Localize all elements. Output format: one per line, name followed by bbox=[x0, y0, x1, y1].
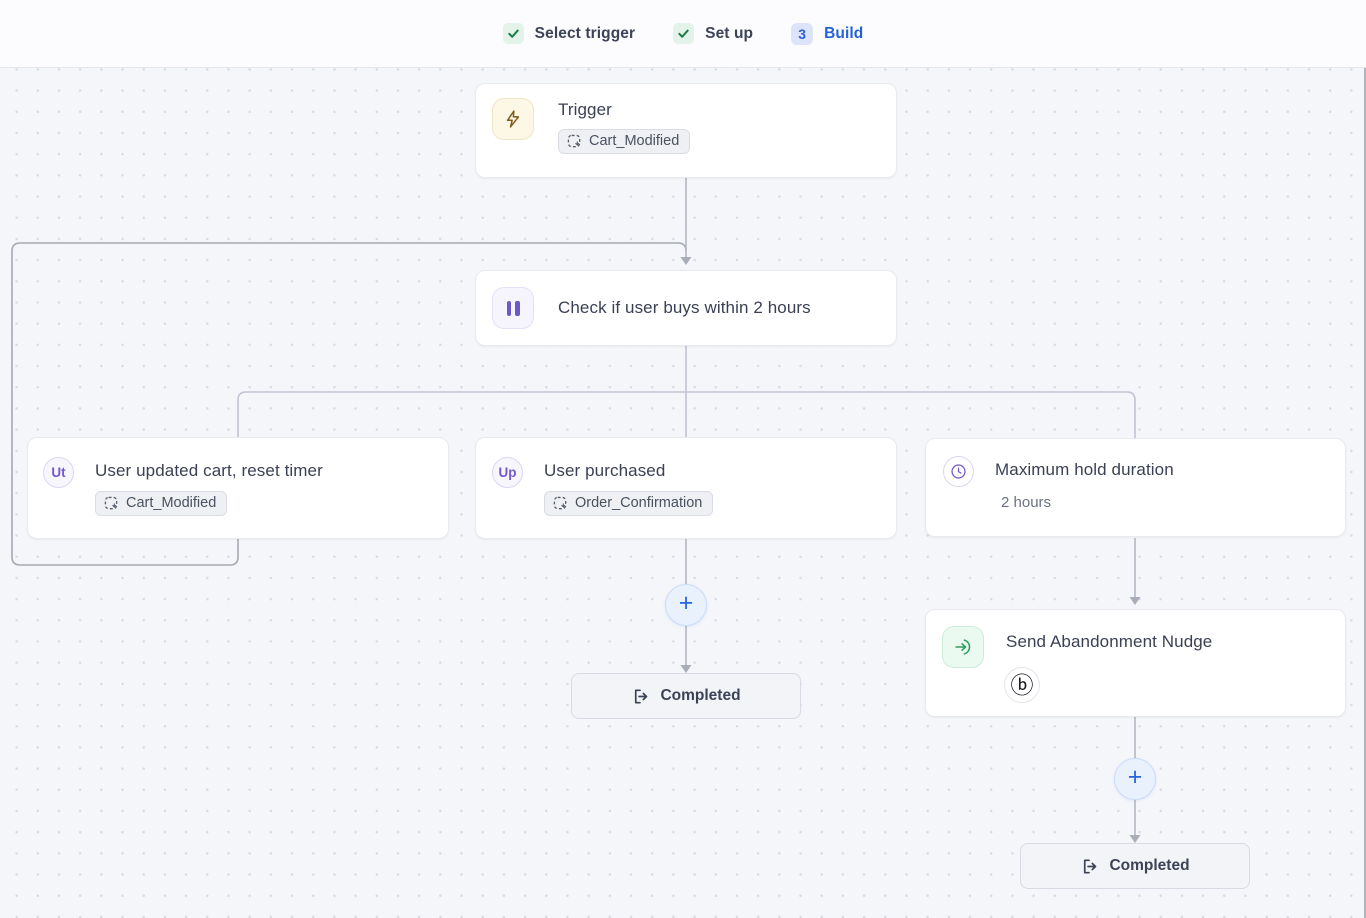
node-trigger[interactable]: Trigger Cart_Modified bbox=[475, 83, 897, 178]
event-tag-label: Cart_Modified bbox=[126, 495, 216, 511]
wizard-stepper: Select trigger Set up 3 Build bbox=[0, 0, 1366, 68]
enter-arrow-icon bbox=[942, 626, 984, 668]
node-title: User updated cart, reset timer bbox=[95, 461, 323, 481]
event-dashed-square-icon bbox=[553, 496, 568, 511]
step-label: Build bbox=[824, 25, 863, 43]
step-set-up[interactable]: Set up bbox=[673, 23, 753, 44]
event-dashed-square-icon bbox=[567, 134, 582, 149]
event-tag[interactable]: Cart_Modified bbox=[558, 129, 690, 154]
event-tag[interactable]: Order_Confirmation bbox=[544, 491, 713, 516]
workflow-canvas[interactable]: Trigger Cart_Modified Check if user buys… bbox=[0, 68, 1366, 918]
exit-arrow-icon bbox=[1080, 857, 1099, 876]
exit-arrow-icon bbox=[631, 687, 650, 706]
end-node-completed[interactable]: Completed bbox=[571, 673, 801, 719]
end-node-label: Completed bbox=[1109, 857, 1189, 875]
add-step-button[interactable]: + bbox=[665, 584, 707, 626]
node-branch-purchased[interactable]: Up User purchased Order_Confirmation bbox=[475, 437, 897, 539]
hold-duration-value: 2 hours bbox=[1001, 494, 1174, 511]
node-title: Check if user buys within 2 hours bbox=[558, 298, 811, 318]
event-dashed-square-icon bbox=[104, 496, 119, 511]
node-title: Trigger bbox=[558, 100, 690, 120]
check-icon bbox=[503, 23, 524, 44]
event-tag-label: Order_Confirmation bbox=[575, 495, 702, 511]
end-node-completed[interactable]: Completed bbox=[1020, 843, 1250, 889]
step-label: Select trigger bbox=[535, 25, 635, 43]
branch-avatar: Up bbox=[492, 457, 523, 488]
step-build[interactable]: 3 Build bbox=[791, 23, 863, 45]
clock-icon bbox=[943, 456, 974, 487]
node-branch-reset-timer[interactable]: Ut User updated cart, reset timer Cart_M… bbox=[27, 437, 449, 539]
node-check-wait[interactable]: Check if user buys within 2 hours bbox=[475, 270, 897, 346]
step-number-badge: 3 bbox=[791, 23, 813, 45]
node-send-nudge[interactable]: Send Abandonment Nudge ⓑ bbox=[925, 609, 1346, 717]
event-tag-label: Cart_Modified bbox=[589, 133, 679, 149]
lightning-icon bbox=[492, 98, 534, 140]
check-icon bbox=[673, 23, 694, 44]
braze-channel-badge: ⓑ bbox=[1004, 667, 1040, 703]
step-select-trigger[interactable]: Select trigger bbox=[503, 23, 635, 44]
add-step-button[interactable]: + bbox=[1114, 758, 1156, 800]
node-branch-max-hold[interactable]: Maximum hold duration 2 hours bbox=[925, 438, 1346, 537]
step-label: Set up bbox=[705, 25, 753, 43]
branch-avatar: Ut bbox=[43, 457, 74, 488]
node-title: Maximum hold duration bbox=[995, 460, 1174, 480]
event-tag[interactable]: Cart_Modified bbox=[95, 491, 227, 516]
pause-icon bbox=[492, 287, 534, 329]
end-node-label: Completed bbox=[660, 687, 740, 705]
node-title: Send Abandonment Nudge bbox=[1006, 632, 1212, 652]
node-title: User purchased bbox=[544, 461, 713, 481]
